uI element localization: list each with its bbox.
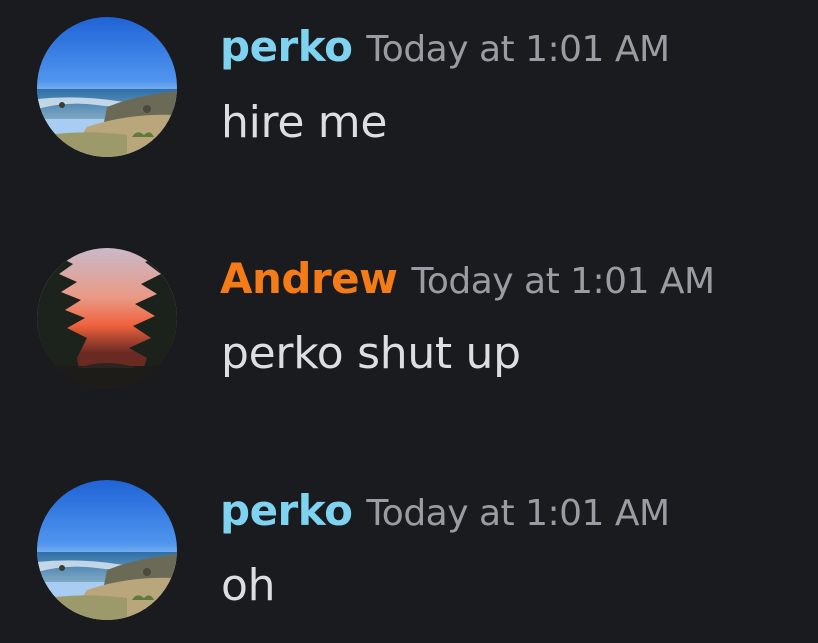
- message-item: perko Today at 1:01 AM oh: [0, 464, 818, 634]
- message-timestamp[interactable]: Today at 1:01 AM: [411, 261, 715, 302]
- author-name[interactable]: Andrew: [220, 254, 398, 303]
- message-item: perko Today at 1:01 AM hire me: [0, 0, 818, 170]
- author-name[interactable]: perko: [220, 486, 353, 535]
- message-content: perko shut up: [221, 328, 521, 379]
- message-content: hire me: [221, 97, 388, 148]
- beach-avatar-image: [37, 480, 177, 620]
- message-content: oh: [221, 560, 276, 611]
- user-avatar[interactable]: [37, 248, 177, 388]
- message-item: Andrew Today at 1:01 AM perko shut up: [0, 232, 818, 402]
- sunset-avatar-image: [37, 248, 177, 388]
- user-avatar[interactable]: [37, 480, 177, 620]
- message-header: perko Today at 1:01 AM: [220, 486, 670, 535]
- message-timestamp[interactable]: Today at 1:01 AM: [366, 29, 670, 70]
- message-timestamp[interactable]: Today at 1:01 AM: [366, 493, 670, 534]
- message-list: perko Today at 1:01 AM hire me Andrew To…: [0, 0, 818, 643]
- message-header: perko Today at 1:01 AM: [220, 22, 670, 71]
- beach-avatar-image: [37, 17, 177, 157]
- author-name[interactable]: perko: [220, 22, 353, 71]
- user-avatar[interactable]: [37, 17, 177, 157]
- message-header: Andrew Today at 1:01 AM: [220, 254, 715, 303]
